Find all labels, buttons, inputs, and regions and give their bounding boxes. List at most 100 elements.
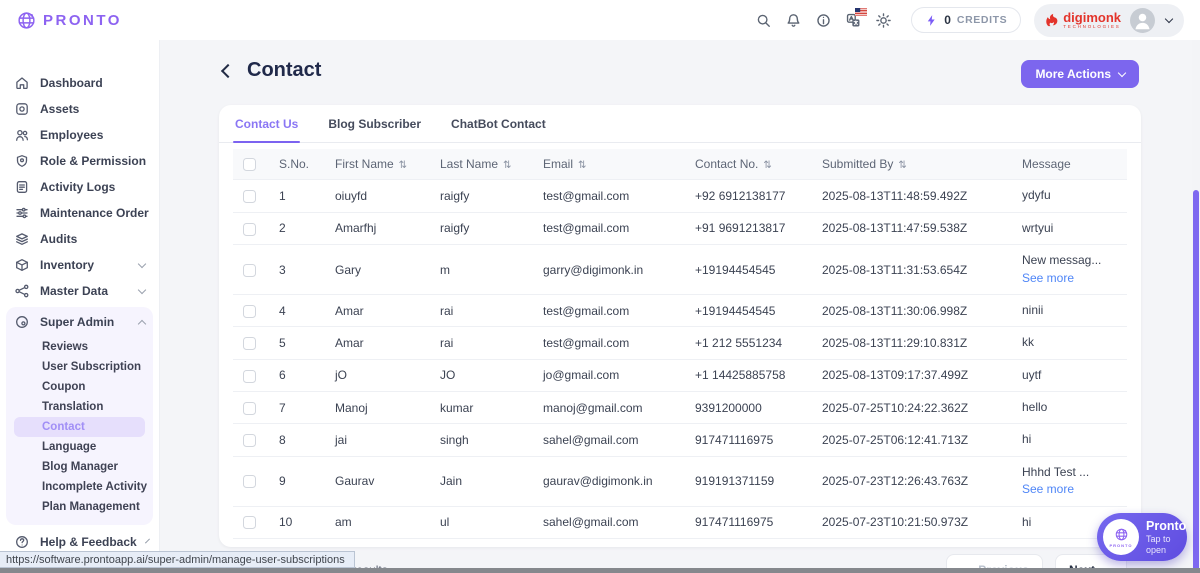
cell-email: sahel@gmail.com	[543, 506, 695, 538]
chevron-down-icon	[1165, 15, 1173, 23]
cell-submitted-by: 2025-08-13T09:17:37.499Z	[822, 359, 1022, 391]
sidebar-item-label: Super Admin	[40, 315, 114, 329]
cell-contact-no: 917471116975	[695, 424, 822, 456]
sidebar-item-blog-manager[interactable]: Blog Manager	[14, 457, 145, 477]
sort-icon[interactable]: ⇅	[399, 160, 407, 171]
status-url-tooltip: https://software.prontoapp.ai/super-admi…	[0, 551, 355, 568]
profile-menu[interactable]: digimonk TECHNOLOGIES	[1034, 4, 1184, 37]
help-icon	[14, 534, 30, 550]
sidebar-item-super-admin[interactable]: Super Admin	[6, 309, 153, 335]
cell-first-name: am	[335, 506, 440, 538]
sidebar-item-audits[interactable]: Audits	[0, 226, 159, 252]
page-title: Contact	[247, 59, 321, 82]
row-checkbox[interactable]	[243, 305, 256, 318]
row-checkbox-cell	[233, 506, 279, 538]
cell-message: hello	[1022, 392, 1127, 424]
row-checkbox[interactable]	[243, 434, 256, 447]
column-header-last-name: Last Name⇅	[440, 149, 543, 180]
message-text: kk	[1022, 334, 1121, 351]
sidebar-item-label: Language	[42, 441, 96, 453]
column-label: S.No.	[279, 157, 309, 171]
sidebar-item-maintenance-order[interactable]: Maintenance Order	[0, 200, 159, 226]
row-checkbox[interactable]	[243, 223, 256, 236]
cell-message: ydyfu	[1022, 180, 1127, 212]
row-checkbox[interactable]	[243, 475, 256, 488]
search-icon[interactable]	[755, 12, 772, 29]
sidebar-item-role-permission[interactable]: Role & Permission	[0, 148, 159, 174]
row-checkbox-cell	[233, 212, 279, 244]
sidebar-item-plan-management[interactable]: Plan Management	[14, 497, 145, 517]
select-all-checkbox[interactable]	[243, 158, 256, 171]
sidebar-item-translation[interactable]: Translation	[14, 397, 145, 417]
inventory-icon	[14, 257, 30, 273]
asset-icon	[14, 101, 30, 117]
message-text: ninii	[1022, 302, 1121, 319]
contact-table: S.No.First Name⇅Last Name⇅Email⇅Contact …	[233, 149, 1127, 539]
sort-icon[interactable]: ⇅	[503, 160, 511, 171]
cell-email: manoj@gmail.com	[543, 392, 695, 424]
sidebar-item-user-subscription[interactable]: User Subscription	[14, 357, 145, 377]
notifications-bell-icon[interactable]	[785, 12, 802, 29]
role-icon	[14, 153, 30, 169]
cell-message: wrtyui	[1022, 212, 1127, 244]
scrollbar-track[interactable]	[1192, 40, 1200, 573]
sidebar-item-contact[interactable]: Contact	[14, 417, 145, 437]
user-avatar[interactable]	[1130, 8, 1155, 33]
column-label: Submitted By	[822, 157, 893, 171]
cell-sno: 5	[279, 327, 335, 359]
sidebar-item-reviews[interactable]: Reviews	[14, 337, 145, 357]
column-label: Message	[1022, 157, 1071, 171]
tab-chatbot-contact[interactable]: ChatBot Contact	[449, 105, 548, 142]
table-row: 7Manojkumarmanoj@gmail.com93912000002025…	[233, 392, 1127, 424]
cell-message: kk	[1022, 327, 1127, 359]
table-header-row: S.No.First Name⇅Last Name⇅Email⇅Contact …	[233, 149, 1127, 180]
chevron-down-icon	[138, 286, 146, 294]
row-checkbox[interactable]	[243, 337, 256, 350]
tab-blog-subscriber[interactable]: Blog Subscriber	[326, 105, 423, 142]
sidebar-item-inventory[interactable]: Inventory	[0, 252, 159, 278]
cell-submitted-by: 2025-08-13T11:31:53.654Z	[822, 245, 1022, 295]
us-flag-icon	[855, 8, 867, 16]
sort-icon[interactable]: ⇅	[763, 160, 771, 171]
sidebar-item-language[interactable]: Language	[14, 437, 145, 457]
cell-last-name: JO	[440, 359, 543, 391]
cell-first-name: jO	[335, 359, 440, 391]
translate-icon[interactable]	[845, 12, 862, 29]
see-more-link[interactable]: See more	[1022, 481, 1121, 498]
sidebar-item-assets[interactable]: Assets	[0, 96, 159, 122]
sidebar-item-master-data[interactable]: Master Data	[0, 278, 159, 304]
chat-avatar: PRONTO	[1103, 519, 1139, 555]
scrollbar-thumb[interactable]	[1193, 190, 1199, 573]
tab-contact-us[interactable]: Contact Us	[233, 105, 300, 142]
credits-pill[interactable]: 0 CREDITS	[911, 7, 1021, 33]
pronto-logo[interactable]: PRONTO	[16, 10, 122, 31]
sidebar-item-activity-logs[interactable]: Activity Logs	[0, 174, 159, 200]
sidebar-item-coupon[interactable]: Coupon	[14, 377, 145, 397]
column-label: Email	[543, 157, 573, 171]
chat-launcher[interactable]: PRONTO Pronto Tap to open	[1097, 513, 1187, 561]
back-chevron-icon[interactable]	[221, 63, 235, 77]
info-icon[interactable]	[815, 12, 832, 29]
sort-icon[interactable]: ⇅	[578, 160, 586, 171]
sidebar-item-employees[interactable]: Employees	[0, 122, 159, 148]
cell-last-name: raigfy	[440, 180, 543, 212]
cell-sno: 1	[279, 180, 335, 212]
sort-icon[interactable]: ⇅	[898, 160, 906, 171]
master-data-icon	[14, 283, 30, 299]
row-checkbox[interactable]	[243, 516, 256, 529]
sidebar-item-incomplete-activity[interactable]: Incomplete Activity	[14, 477, 145, 497]
see-more-link[interactable]: See more	[1022, 270, 1121, 287]
row-checkbox[interactable]	[243, 190, 256, 203]
tab-label: Blog Subscriber	[328, 117, 421, 131]
super-admin-icon	[14, 314, 30, 330]
cell-contact-no: +1 212 5551234	[695, 327, 822, 359]
sidebar-item-label: Reviews	[42, 341, 88, 353]
row-checkbox[interactable]	[243, 264, 256, 277]
row-checkbox[interactable]	[243, 370, 256, 383]
message-text: uytf	[1022, 367, 1121, 384]
sidebar: DashboardAssetsEmployeesRole & Permissio…	[0, 40, 160, 573]
row-checkbox[interactable]	[243, 402, 256, 415]
more-actions-button[interactable]: More Actions	[1021, 60, 1139, 88]
sidebar-item-dashboard[interactable]: Dashboard	[0, 70, 159, 96]
theme-sun-icon[interactable]	[875, 12, 892, 29]
